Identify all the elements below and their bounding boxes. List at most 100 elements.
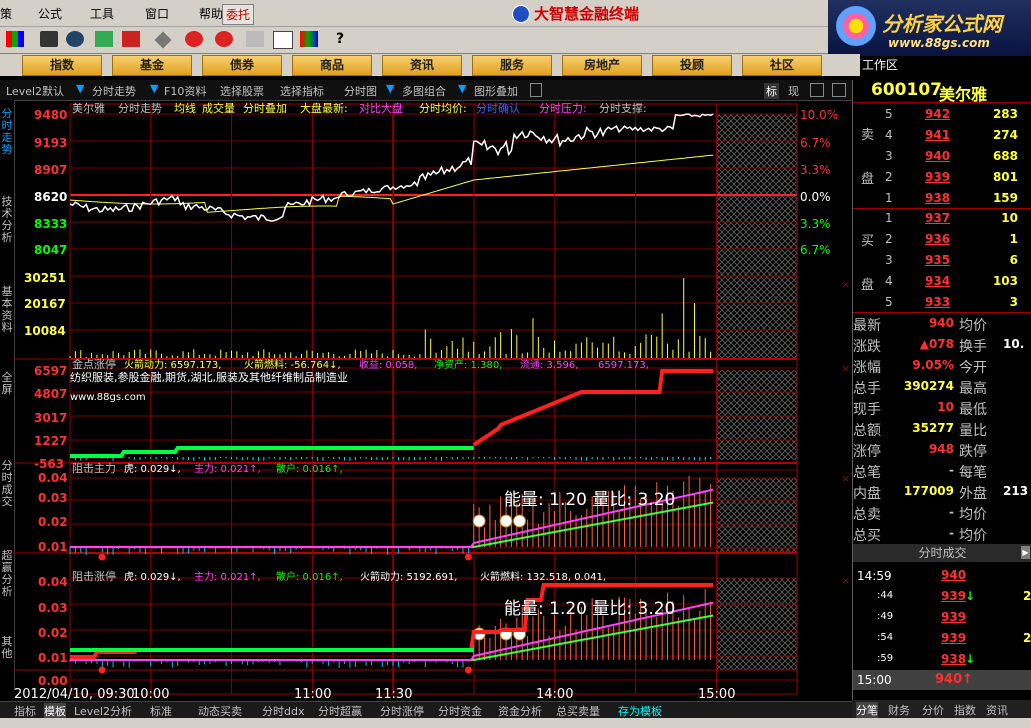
tab-select-indicator[interactable]: 选择指标	[280, 83, 324, 99]
btab-buysell[interactable]: 总买卖量	[556, 703, 600, 719]
binoculars-icon[interactable]	[66, 31, 84, 47]
tick-row[interactable]: :44 939 ↓ 2	[853, 587, 1031, 608]
tab-select-stock[interactable]: 选择股票	[220, 83, 264, 99]
btab-super[interactable]: 分时超赢	[318, 703, 362, 719]
lock-icon[interactable]	[530, 83, 542, 97]
tab-multi-chart[interactable]: 多图组合	[402, 83, 446, 99]
nav-community[interactable]: 社区	[742, 55, 822, 76]
ptab-news[interactable]: 资讯	[986, 702, 1008, 718]
sell-row[interactable]: 3 940 688	[853, 147, 1031, 168]
buy-row[interactable]: 3 935 6	[853, 251, 1031, 272]
intraday-chart[interactable]: 美尔雅 分时走势 均线 成交量 分时叠加 大盘最新: 对比大盘 分时均价: 分时…	[14, 100, 852, 700]
nav-realestate[interactable]: 房地产	[562, 55, 642, 76]
tools-icon[interactable]	[95, 31, 113, 47]
nav-commodity[interactable]: 商品	[292, 55, 372, 76]
nav-bond[interactable]: 债券	[202, 55, 282, 76]
nav-service[interactable]: 服务	[472, 55, 552, 76]
btab-template[interactable]: 模板	[44, 703, 66, 719]
btab-ddx[interactable]: 分时ddx	[262, 703, 304, 719]
menu-help: 帮助	[199, 7, 224, 21]
layout-toggle-icon[interactable]	[832, 83, 846, 97]
tick-row[interactable]: :49 939	[853, 608, 1031, 629]
diamond-icon[interactable]	[154, 31, 172, 49]
print-icon[interactable]	[246, 31, 264, 47]
tick-row[interactable]: 14:59 940	[853, 566, 1031, 587]
nav-info[interactable]: 资讯	[382, 55, 462, 76]
window-icon[interactable]	[273, 31, 293, 49]
btab-standard[interactable]: 标准	[150, 703, 172, 719]
record-icon[interactable]	[185, 31, 203, 47]
vtab-basic[interactable]: 基本资料	[0, 286, 14, 334]
workarea-label[interactable]: 工作区	[862, 56, 917, 74]
tick-row[interactable]: :59 938 ↓	[853, 650, 1031, 671]
close-panel3-icon[interactable]: ×	[841, 472, 850, 485]
books-icon[interactable]	[300, 31, 318, 47]
tab-dropdown3-icon[interactable]: ▼	[386, 82, 394, 95]
sell-row[interactable]: 2 939 801	[853, 168, 1031, 189]
sell-row[interactable]: 4 941 274	[853, 126, 1031, 147]
nav-fund[interactable]: 基金	[112, 55, 192, 76]
close-panel1-icon[interactable]: ×	[841, 278, 850, 291]
panel2-scale-3: 1227	[34, 434, 67, 448]
help-pointer-icon[interactable]: ?	[336, 31, 354, 47]
tab-intraday[interactable]: 分时走势	[92, 83, 136, 99]
window-toggle-icon[interactable]	[810, 83, 824, 97]
btab-level2[interactable]: Level2分析	[74, 703, 132, 719]
vtab-other[interactable]: 其他	[0, 636, 14, 660]
btab-fund-analysis[interactable]: 资金分析	[498, 703, 542, 719]
ptab-index[interactable]: 指数	[954, 702, 976, 718]
buy-row[interactable]: 1 937 10	[853, 209, 1031, 230]
menu-strategy[interactable]: 策	[0, 5, 12, 22]
tick-row[interactable]: :54 939 2	[853, 629, 1031, 650]
tab-intraday-chart[interactable]: 分时图	[344, 83, 377, 99]
ptab-ticks[interactable]: 分笔	[856, 702, 878, 718]
tick-price: 939	[941, 610, 967, 624]
vtab-technical[interactable]: 技术分析	[0, 196, 14, 244]
close-panel4-icon[interactable]: ×	[841, 574, 850, 587]
tab-dropdown4-icon[interactable]: ▼	[458, 82, 466, 95]
close-panel2-icon[interactable]: ×	[841, 362, 850, 375]
btab-limitup[interactable]: 分时涨停	[380, 703, 424, 719]
stat-value: 940	[928, 316, 954, 330]
sell-row[interactable]: 1 938 159	[853, 189, 1031, 210]
tab-overlay[interactable]: 图形叠加	[474, 83, 518, 99]
buy-row[interactable]: 5 933 3	[853, 293, 1031, 314]
buy-row[interactable]: 2 936 1	[853, 230, 1031, 251]
signal-marker	[472, 514, 486, 528]
vtab-fullscreen[interactable]: 全屏	[0, 372, 14, 396]
tab-dropdown2-icon[interactable]: ▼	[150, 82, 158, 95]
record2-icon[interactable]	[215, 31, 233, 47]
buy-price: 935	[925, 253, 951, 267]
tab-dropdown-icon[interactable]: ▼	[76, 82, 84, 95]
btab-save-template[interactable]: 存为模板	[618, 703, 662, 719]
vtab-super[interactable]: 超赢分析	[0, 550, 14, 598]
palette-icon[interactable]	[6, 31, 24, 47]
vtab-ticks[interactable]: 分时成交	[0, 460, 14, 508]
weituo-button[interactable]: 委托	[222, 4, 255, 25]
price-label-3: 8620	[34, 190, 67, 204]
menu-tools[interactable]: 工具	[90, 5, 114, 22]
tab-mark[interactable]: 标	[764, 83, 779, 99]
menu-formula[interactable]: 公式	[38, 5, 62, 22]
last-tick-row[interactable]: 15:00 940↑	[853, 670, 1031, 690]
menu-window[interactable]: 窗口	[145, 5, 169, 22]
vtab-intraday[interactable]: 分时走势	[0, 108, 14, 156]
ptab-price[interactable]: 分价	[922, 702, 944, 718]
nav-index[interactable]: 指数	[22, 55, 102, 76]
ptab-finance[interactable]: 财务	[888, 702, 910, 718]
buy-row[interactable]: 4 934 103	[853, 272, 1031, 293]
btab-indicator[interactable]: 指标	[14, 703, 36, 719]
ticks-title[interactable]: 分时成交	[853, 544, 1031, 562]
tab-now[interactable]: 现	[788, 83, 799, 99]
ticks-scroll-icon[interactable]: ▶	[1021, 546, 1030, 559]
sell-row[interactable]: 5 942 283	[853, 105, 1031, 126]
alert-icon[interactable]	[122, 31, 140, 47]
tab-f10[interactable]: F10资料	[164, 83, 206, 99]
stat-label-2: 今开	[959, 360, 987, 376]
stocks-icon[interactable]	[40, 31, 58, 47]
tab-level2[interactable]: Level2默认	[6, 83, 64, 99]
panel-bottom-tabs: 分笔 财务 分价 指数 资讯	[852, 700, 1031, 718]
nav-advisor[interactable]: 投顾	[652, 55, 732, 76]
btab-dynamic[interactable]: 动态买卖	[198, 703, 242, 719]
btab-funds[interactable]: 分时资金	[438, 703, 482, 719]
